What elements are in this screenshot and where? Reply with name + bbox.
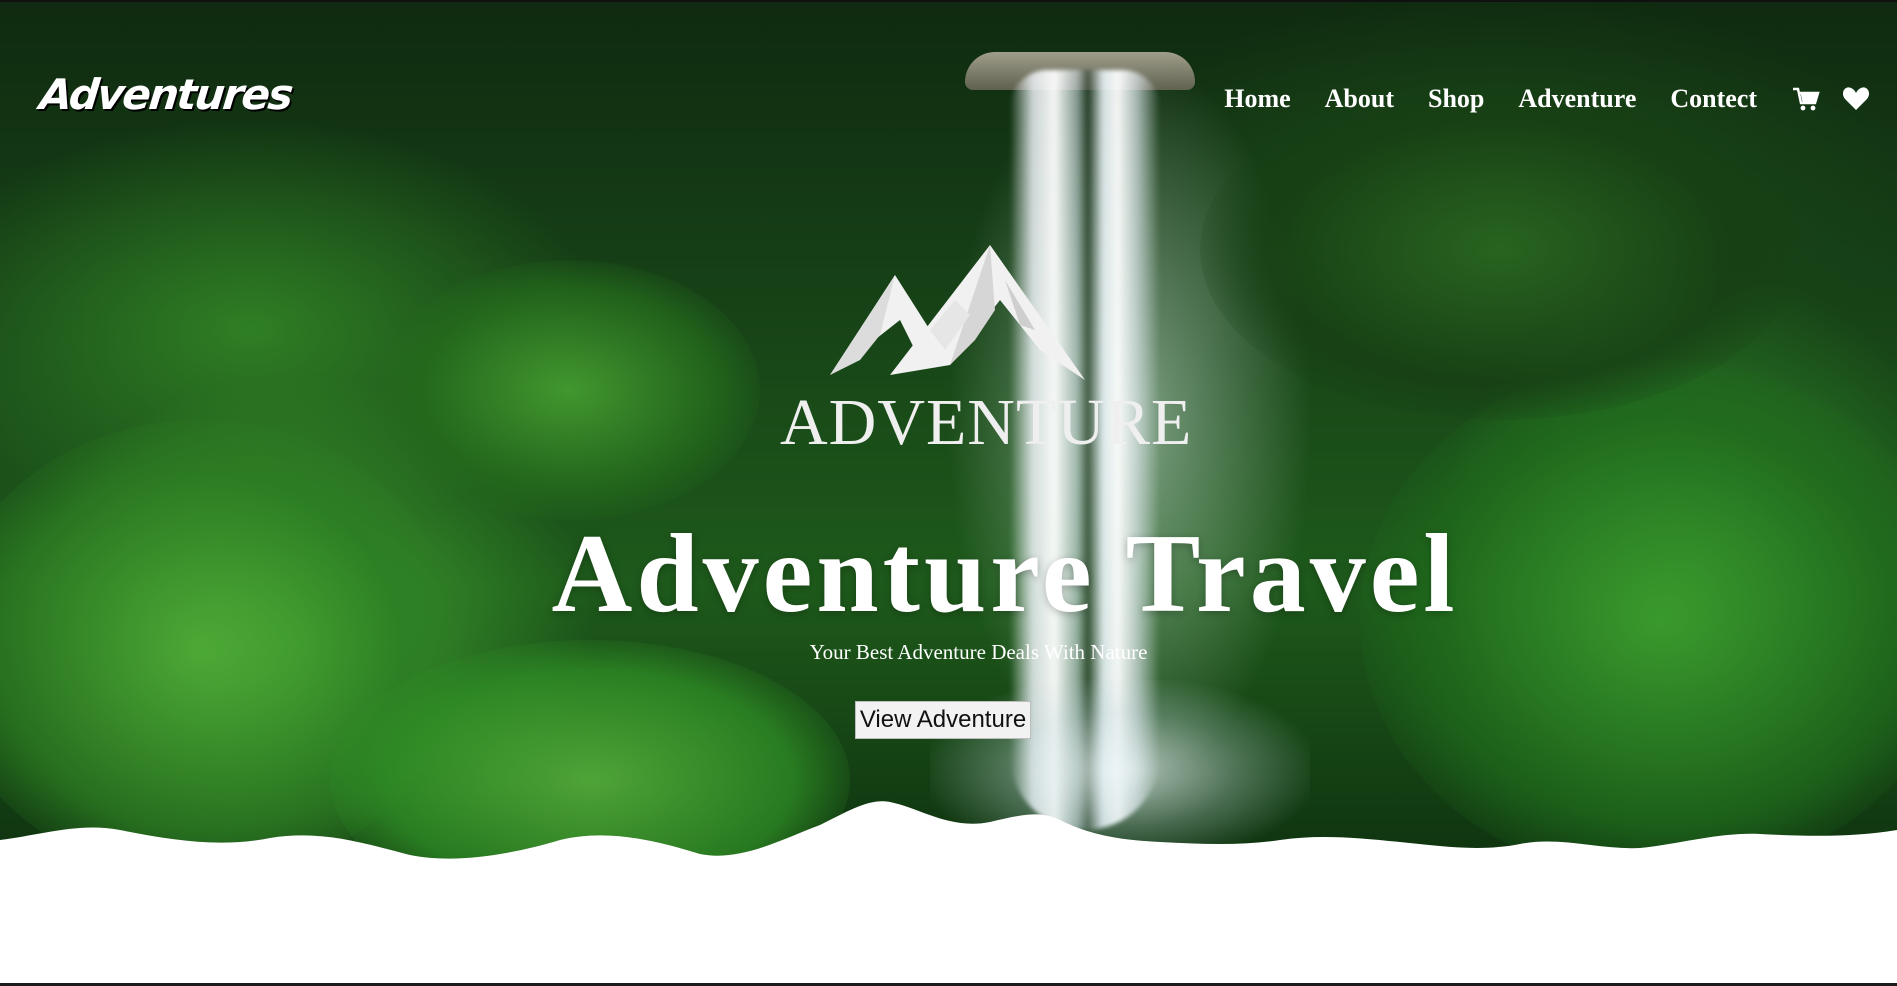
- view-adventure-button[interactable]: View Adventure: [855, 701, 1031, 739]
- foliage-upper-left: [380, 260, 760, 520]
- cart-icon[interactable]: [1791, 84, 1821, 114]
- nav-about[interactable]: About: [1325, 84, 1394, 114]
- main-nav: Home About Shop Adventure Contect: [1224, 84, 1871, 114]
- hero-subtitle: Your Best Adventure Deals With Nature: [809, 640, 1148, 664]
- nav-adventure[interactable]: Adventure: [1518, 84, 1636, 114]
- mountains-icon: [830, 245, 1085, 380]
- nav-contact[interactable]: Contect: [1670, 84, 1757, 114]
- nav-icons: [1791, 84, 1871, 114]
- top-border: [0, 0, 1897, 2]
- wave-divider: [0, 801, 1897, 986]
- page: Adventures Home About Shop Adventure Con…: [0, 0, 1897, 986]
- nav-shop[interactable]: Shop: [1428, 84, 1484, 114]
- hero-headline: Adventure Travel: [551, 512, 1459, 636]
- brand-logo[interactable]: Adventures: [37, 70, 293, 119]
- nav-home[interactable]: Home: [1224, 84, 1290, 114]
- heart-icon[interactable]: [1841, 84, 1871, 114]
- adventure-logo: ADVENTURE: [780, 240, 1193, 460]
- foliage-top-right: [1200, 80, 1800, 420]
- logo-wordmark: ADVENTURE: [780, 386, 1193, 459]
